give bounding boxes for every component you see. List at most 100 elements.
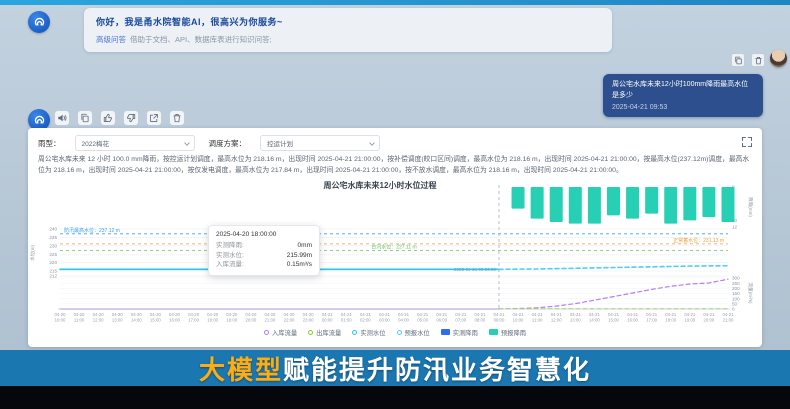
svg-text:04-20: 04-20 <box>245 312 257 317</box>
svg-text:04-20: 04-20 <box>303 312 315 317</box>
svg-text:12: 12 <box>732 224 738 229</box>
legend-item[interactable]: 预报水位 <box>397 328 430 337</box>
delete-reply-button[interactable] <box>169 110 185 126</box>
plan-label: 调度方案： <box>209 138 247 149</box>
bottom-black-strip <box>0 386 790 409</box>
rain-type-value: 2022梅花 <box>82 138 109 148</box>
svg-text:12:00: 12:00 <box>93 317 104 322</box>
legend-marker <box>441 329 450 335</box>
svg-text:04-20: 04-20 <box>112 312 124 317</box>
svg-text:降雨(mm): 降雨(mm) <box>747 197 754 217</box>
legend-item[interactable]: 入库流量 <box>264 328 297 337</box>
legend-label: 预报降雨 <box>501 328 526 337</box>
user-message-time: 2025-04-21 09:53 <box>612 104 754 111</box>
copy-reply-button[interactable] <box>77 110 93 126</box>
svg-text:11:00: 11:00 <box>74 317 85 322</box>
chevron-down-icon <box>184 140 190 146</box>
svg-text:20:00: 20:00 <box>704 317 715 322</box>
greeting-title: 你好，我是甬水院智能AI，很高兴为你服务~ <box>96 15 600 28</box>
svg-text:220: 220 <box>49 260 57 265</box>
thumbs-up-button[interactable] <box>100 110 116 126</box>
copy-message-button[interactable] <box>731 53 745 67</box>
qa-mode-tag[interactable]: 高级问答 <box>96 35 126 44</box>
svg-text:04-21: 04-21 <box>379 312 391 317</box>
legend-marker <box>489 329 498 335</box>
fullscreen-button[interactable] <box>740 136 754 150</box>
svg-text:01:00: 01:00 <box>341 317 352 322</box>
plan-select[interactable]: 控运计划 <box>260 135 380 151</box>
svg-text:20:00: 20:00 <box>245 317 256 322</box>
tooltip-label: 入库流量: <box>216 260 244 270</box>
legend-label: 出库流量 <box>316 328 341 337</box>
forecast-summary-text: 周公宅水库未来 12 小时 100.0 mm降雨，按控运计划调度，最高水位为 2… <box>38 155 752 177</box>
svg-text:04-20: 04-20 <box>284 312 296 317</box>
tooltip-time: 2025-04-20 18:00:00 <box>216 231 312 238</box>
svg-text:17:00: 17:00 <box>646 317 657 322</box>
banner-rest: 赋能提升防汛业务智慧化 <box>283 355 591 385</box>
svg-text:04-21: 04-21 <box>474 312 486 317</box>
svg-text:04-20: 04-20 <box>55 312 67 317</box>
legend-item[interactable]: 出库流量 <box>308 328 341 337</box>
svg-text:17:00: 17:00 <box>188 317 199 322</box>
thumbs-down-button[interactable] <box>123 110 139 126</box>
svg-text:225: 225 <box>49 252 57 257</box>
svg-text:04-20: 04-20 <box>93 312 105 317</box>
svg-text:10:00: 10:00 <box>513 317 524 322</box>
svg-text:10:00: 10:00 <box>55 317 66 322</box>
speaker-button[interactable] <box>54 110 70 126</box>
svg-text:13:00: 13:00 <box>570 317 581 322</box>
svg-text:15:00: 15:00 <box>150 317 161 322</box>
delete-message-button[interactable] <box>751 53 765 67</box>
svg-text:04-21: 04-21 <box>532 312 544 317</box>
svg-text:04-20: 04-20 <box>169 312 181 317</box>
svg-text:09:00: 09:00 <box>494 317 505 322</box>
svg-text:04-20: 04-20 <box>264 312 276 317</box>
chart-legend: 入库流量 出库流量 实测水位 预报水位 实测降雨 预报降雨 <box>28 328 762 337</box>
chart-canvas[interactable]: 2402352302252202152120246810123002502001… <box>28 179 758 327</box>
qa-mode-desc: 借助于文档、API、数据库表进行知识问答; <box>130 35 272 44</box>
svg-text:04-21: 04-21 <box>436 312 448 317</box>
tooltip-value: 0.15m³/s <box>287 260 312 270</box>
svg-text:04-20: 04-20 <box>74 312 86 317</box>
thumbs-up-icon <box>103 113 113 123</box>
svg-text:240: 240 <box>49 226 57 231</box>
svg-text:14:00: 14:00 <box>131 317 142 322</box>
rain-type-select[interactable]: 2022梅花 <box>75 135 195 151</box>
svg-text:16:00: 16:00 <box>627 317 638 322</box>
bottom-banner: 大模型赋能提升防汛业务智慧化 <box>0 350 790 386</box>
rain-type-label: 雨型： <box>38 138 61 149</box>
svg-text:04-21: 04-21 <box>665 312 677 317</box>
legend-item[interactable]: 实测降雨 <box>441 328 478 337</box>
svg-text:04-20: 04-20 <box>150 312 162 317</box>
forecast-panel: 雨型： 2022梅花 调度方案： 控运计划 周公宅水库未来 12 小时 100.… <box>28 128 762 347</box>
svg-text:21:00: 21:00 <box>723 317 734 322</box>
svg-text:230: 230 <box>49 243 57 248</box>
svg-text:台汛水位：227.11 m: 台汛水位：227.11 m <box>371 243 416 250</box>
svg-text:03:00: 03:00 <box>379 317 390 322</box>
svg-text:04-21: 04-21 <box>589 312 601 317</box>
legend-marker <box>264 330 269 335</box>
svg-text:13:00: 13:00 <box>112 317 123 322</box>
svg-text:21:00: 21:00 <box>265 317 276 322</box>
svg-text:04-21: 04-21 <box>551 312 563 317</box>
thumbs-down-icon <box>126 113 136 123</box>
svg-text:212: 212 <box>49 273 57 278</box>
filter-bar: 雨型： 2022梅花 调度方案： 控运计划 <box>28 134 762 152</box>
legend-marker <box>397 330 402 335</box>
svg-text:12:00: 12:00 <box>551 317 562 322</box>
trash-icon <box>754 56 763 65</box>
svg-text:14:00: 14:00 <box>589 317 600 322</box>
legend-item[interactable]: 预报降雨 <box>489 328 526 337</box>
svg-text:04-21: 04-21 <box>608 312 620 317</box>
svg-text:04-20: 04-20 <box>207 312 219 317</box>
legend-item[interactable]: 实测水位 <box>352 328 385 337</box>
svg-text:流量(m³/s): 流量(m³/s) <box>747 282 754 304</box>
svg-text:04-21: 04-21 <box>493 312 505 317</box>
svg-text:04-21: 04-21 <box>684 312 696 317</box>
user-message-bubble: 周公宅水库未来12小时100mm降雨最高水位是多少 2025-04-21 09:… <box>603 74 763 117</box>
svg-text:19:00: 19:00 <box>226 317 237 322</box>
speaker-icon <box>57 113 67 123</box>
svg-text:04-20: 04-20 <box>226 312 238 317</box>
assistant-greeting-bubble: 你好，我是甬水院智能AI，很高兴为你服务~ 高级问答借助于文档、API、数据库表… <box>84 8 612 52</box>
share-button[interactable] <box>146 110 162 126</box>
